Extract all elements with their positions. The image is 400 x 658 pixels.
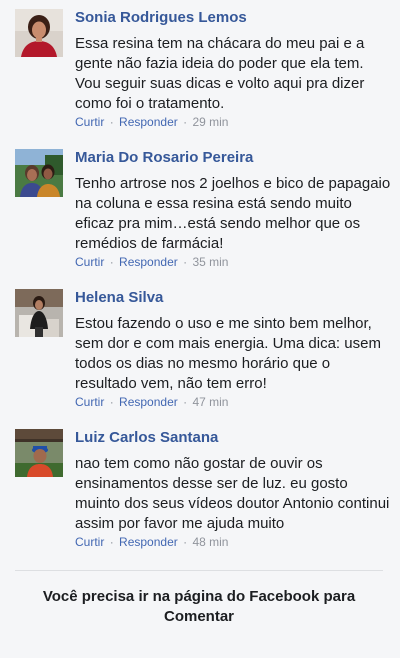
like-link[interactable]: Curtir <box>75 395 104 409</box>
comment-actions: Curtir · Responder · 35 min <box>75 254 391 270</box>
comment-author-link[interactable]: Luiz Carlos Santana <box>75 427 391 448</box>
comment-actions: Curtir · Responder · 48 min <box>75 534 391 550</box>
comment-list: Sonia Rodrigues Lemos Essa resina tem na… <box>0 0 400 560</box>
comment-timestamp: 47 min <box>192 395 229 409</box>
like-link[interactable]: Curtir <box>75 535 104 549</box>
separator-dot: · <box>183 255 188 269</box>
separator-dot: · <box>109 535 114 549</box>
separator-dot: · <box>109 255 114 269</box>
comment-author-link[interactable]: Sonia Rodrigues Lemos <box>75 7 391 28</box>
avatar-image <box>15 149 63 197</box>
comment-text: Tenho artrose nos 2 joelhos e bico de pa… <box>75 175 391 252</box>
avatar-image <box>15 289 63 337</box>
separator-dot: · <box>109 395 114 409</box>
comment-body: Sonia Rodrigues Lemos Essa resina tem na… <box>75 7 391 130</box>
user-photo-icon[interactable] <box>15 289 63 337</box>
comment-actions: Curtir · Responder · 47 min <box>75 394 391 410</box>
comment-timestamp: 29 min <box>192 115 229 129</box>
comment-item: Sonia Rodrigues Lemos Essa resina tem na… <box>0 0 400 140</box>
comment-body: Luiz Carlos Santana nao tem como não gos… <box>75 427 391 550</box>
reply-link[interactable]: Responder <box>119 115 178 129</box>
avatar-image <box>15 9 63 57</box>
comment-text: Estou fazendo o uso e me sinto bem melho… <box>75 315 381 392</box>
comment-body: Helena Silva Estou fazendo o uso e me si… <box>75 287 391 410</box>
comment-timestamp: 48 min <box>192 535 229 549</box>
comment-text: nao tem como não gostar de ouvir os ensi… <box>75 455 390 532</box>
like-link[interactable]: Curtir <box>75 255 104 269</box>
facebook-comment-notice: Você precisa ir na página do Facebook pa… <box>42 588 356 625</box>
comment-item: Maria Do Rosario Pereira Tenho artrose n… <box>0 140 400 280</box>
separator-dot: · <box>183 395 188 409</box>
comment-timestamp: 35 min <box>192 255 229 269</box>
comment-item: Helena Silva Estou fazendo o uso e me si… <box>0 280 400 420</box>
user-photo-icon[interactable] <box>15 9 63 57</box>
reply-link[interactable]: Responder <box>119 255 178 269</box>
comment-actions: Curtir · Responder · 29 min <box>75 114 391 130</box>
reply-link[interactable]: Responder <box>119 535 178 549</box>
avatar-image <box>15 429 63 477</box>
comment-author-link[interactable]: Helena Silva <box>75 287 391 308</box>
comment-item: Luiz Carlos Santana nao tem como não gos… <box>0 420 400 560</box>
user-photo-icon[interactable] <box>15 149 63 197</box>
divider <box>15 570 383 571</box>
comment-text: Essa resina tem na chácara do meu pai e … <box>75 35 365 112</box>
comment-author-link[interactable]: Maria Do Rosario Pereira <box>75 147 391 168</box>
like-link[interactable]: Curtir <box>75 115 104 129</box>
separator-dot: · <box>183 535 188 549</box>
separator-dot: · <box>109 115 114 129</box>
comment-body: Maria Do Rosario Pereira Tenho artrose n… <box>75 147 391 270</box>
reply-link[interactable]: Responder <box>119 395 178 409</box>
user-photo-icon[interactable] <box>15 429 63 477</box>
separator-dot: · <box>183 115 188 129</box>
